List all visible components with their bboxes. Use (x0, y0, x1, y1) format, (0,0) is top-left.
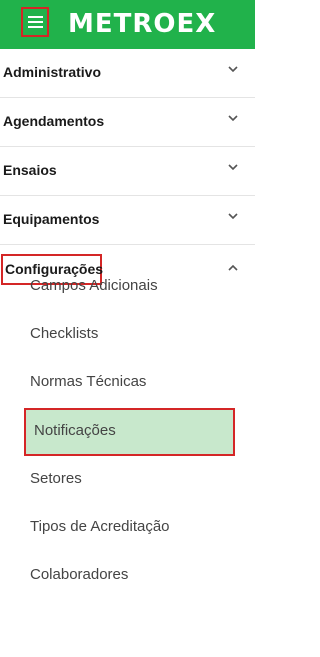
submenu-item-normas-tecnicas[interactable]: Normas Técnicas (0, 358, 255, 406)
submenu-item-setores[interactable]: Setores (0, 455, 255, 503)
sidebar-item-equipamentos[interactable]: Equipamentos (0, 196, 255, 245)
submenu-item-checklists[interactable]: Checklists (0, 310, 255, 358)
submenu-item-tipos-de-acreditacao[interactable]: Tipos de Acreditação (0, 503, 255, 551)
sidebar-item-label: Administrativo (3, 64, 102, 80)
submenu-item-campos-adicionais[interactable]: Campos Adicionais (0, 262, 255, 310)
sidebar-item-label: Equipamentos (3, 211, 100, 227)
chevron-down-icon (228, 66, 238, 75)
sidebar-item-label: Ensaios (3, 162, 57, 178)
sidebar-item-label: Agendamentos (3, 113, 105, 129)
submenu-item-label: Checklists (30, 325, 99, 343)
chevron-down-icon (228, 115, 238, 124)
submenu-configuracoes: Campos Adicionais Checklists Normas Técn… (0, 262, 255, 599)
hamburger-menu-button[interactable] (21, 7, 49, 37)
chevron-down-icon (228, 164, 238, 173)
chevron-down-icon (228, 213, 238, 222)
sidebar-item-ensaios[interactable]: Ensaios (0, 147, 255, 196)
submenu-item-label: Colaboradores (30, 566, 129, 584)
hamburger-icon-bar (27, 26, 43, 28)
app-logo: METROEX (68, 9, 217, 39)
submenu-item-label: Setores (30, 469, 82, 487)
app-header: METROEX (0, 0, 255, 49)
submenu-item-label: Normas Técnicas (30, 373, 147, 391)
hamburger-icon-bar (27, 16, 43, 18)
submenu-item-label: Tipos de Acreditação (30, 517, 170, 535)
submenu-item-label: Notificações (34, 421, 116, 439)
submenu-item-notificacoes[interactable]: Notificações (0, 407, 255, 456)
sidebar-item-administrativo[interactable]: Administrativo (0, 49, 255, 98)
hamburger-icon-bar (27, 21, 43, 23)
submenu-item-colaboradores[interactable]: Colaboradores (0, 551, 255, 599)
sidebar-item-agendamentos[interactable]: Agendamentos (0, 98, 255, 147)
submenu-item-label: Campos Adicionais (30, 277, 158, 294)
sidebar-menu: Administrativo Agendamentos Ensaios Equi… (0, 49, 255, 296)
